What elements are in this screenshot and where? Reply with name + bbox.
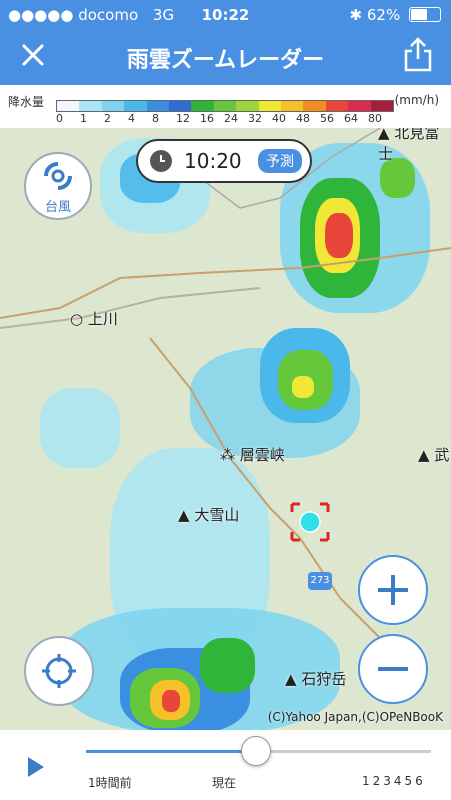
zoom-in-button[interactable] [358,555,428,625]
typhoon-label: 台風 [44,200,71,215]
location-marker [290,502,330,542]
legend-swatch-7 [213,101,237,111]
place-kitami: ▲ 北見富士 [378,128,440,163]
legend-tick: 80 [368,112,382,125]
typhoon-icon [44,162,72,190]
place-sounkyo: ⁂ 層雲峡 [220,446,285,464]
route-shield: 273 [308,572,332,590]
radar-map[interactable]: ○ 上川 ⁂ 層雲峡 ▲ 大雪山 ▲ 石狩岳 ▲ 北見富士 ▲ 武 273 10… [0,128,451,730]
play-icon[interactable] [26,756,46,778]
page-title: 雨雲ズームレーダー [126,48,325,73]
map-time: 10:20 [184,149,242,173]
legend-tick: 4 [128,112,135,125]
timeline-past-label: 1時間前 [88,776,132,790]
timeline-track-future[interactable] [254,750,431,753]
legend-tick: 64 [344,112,358,125]
forecast-badge: 予測 [258,149,302,173]
color-scale [56,100,394,112]
legend-swatch-14 [370,101,394,111]
place-take: ▲ 武 [418,446,450,464]
legend-label: 降水量 [8,95,45,109]
clock-icon [150,150,172,172]
legend-swatch-4 [146,101,170,111]
legend-tick: 1 [80,112,87,125]
legend-unit: (mm/h) [394,93,439,107]
plus-icon [378,575,408,605]
map-copyright: (C)Yahoo Japan,(C)OPeNBooK [267,710,443,724]
locate-button[interactable] [24,636,94,706]
legend-swatch-8 [236,101,259,111]
timeline-bar: 1時間前 現在 123456 [0,730,451,800]
legend-tick: 12 [176,112,190,125]
battery-percent: 62% [366,6,401,24]
legend-tick: 16 [200,112,214,125]
legend-tick: 0 [56,112,63,125]
share-icon[interactable] [403,37,433,73]
legend-swatch-5 [169,101,192,111]
legend-tick: 40 [272,112,286,125]
legend-swatch-12 [325,101,349,111]
nav-bar: 雨雲ズームレーダー [0,30,451,85]
timeline-hours-label: 123456 [362,774,426,788]
typhoon-button[interactable]: 台風 [24,152,92,220]
time-indicator: 10:20 予測 [136,139,312,183]
place-ishikaridake: ▲ 石狩岳 [285,670,347,688]
zoom-out-button[interactable] [358,634,428,704]
legend-swatch-2 [101,101,125,111]
crosshair-icon [42,654,76,688]
timeline-now-label: 現在 [212,776,237,790]
minus-icon [378,667,408,671]
legend-tick: 32 [248,112,262,125]
legend-tick: 2 [104,112,111,125]
legend-swatch-9 [258,101,282,111]
legend-swatch-1 [79,101,102,111]
legend-tick: 48 [296,112,310,125]
place-kamikawa: ○ 上川 [70,310,118,328]
precipitation-legend: 降水量 0 1 2 4 8 12 16 24 32 40 48 56 64 80 (mm/h) [0,85,451,128]
status-right: ✱ 62% [350,6,441,24]
legend-swatch-10 [281,101,304,111]
legend-swatch-13 [348,101,371,111]
place-daisetsuzan: ▲ 大雪山 [178,506,240,524]
legend-swatch-11 [303,101,326,111]
bluetooth-icon: ✱ [349,6,363,24]
legend-tick: 8 [152,112,159,125]
legend-swatch-0 [57,101,80,111]
battery-icon [409,7,441,22]
legend-tick: 24 [224,112,238,125]
status-bar: ●●●●● docomo 3G 10:22 ✱ 62% [0,0,451,30]
legend-swatch-6 [191,101,214,111]
timeline-slider-handle[interactable] [241,736,272,766]
legend-tick: 56 [320,112,334,125]
legend-swatch-3 [124,101,147,111]
